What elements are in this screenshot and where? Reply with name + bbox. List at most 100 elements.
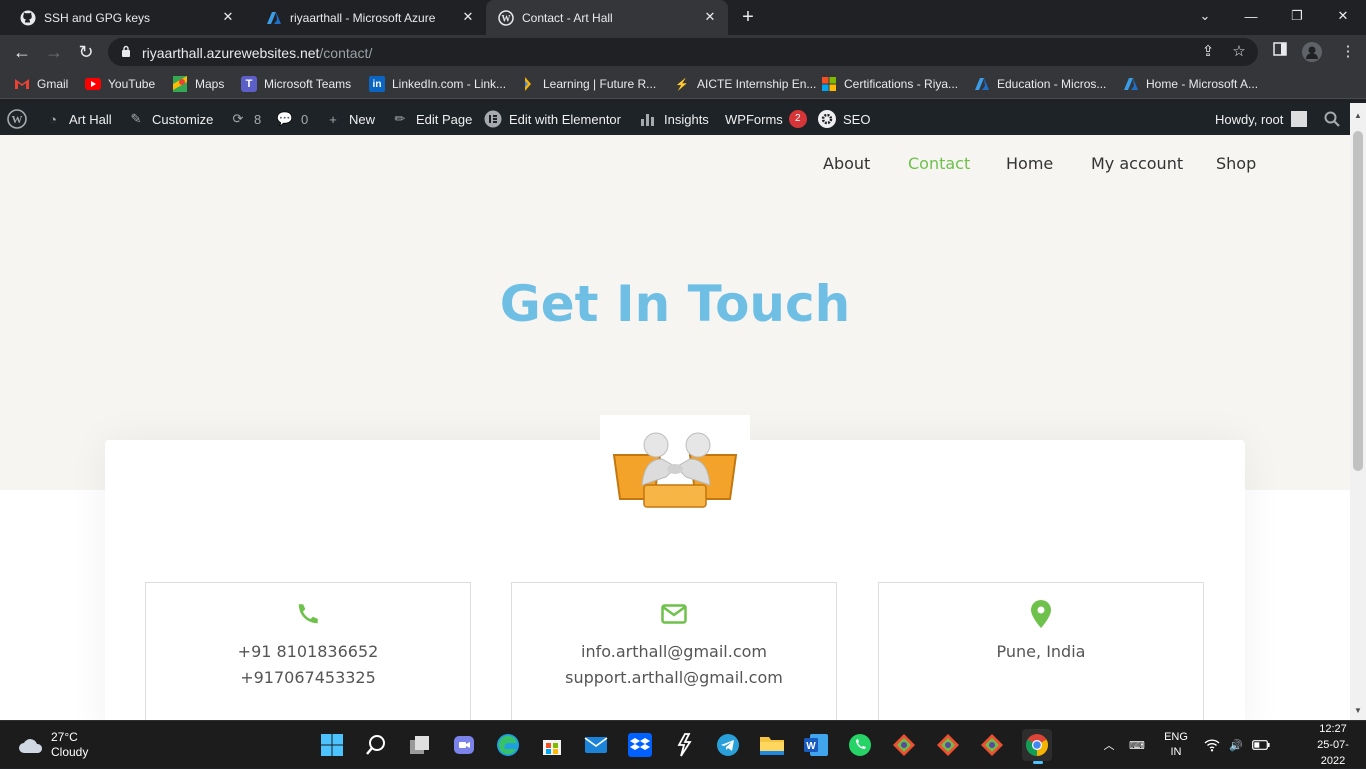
close-tab-icon[interactable]: ✕ <box>702 9 718 25</box>
clock-time: 12:27 <box>1319 723 1347 735</box>
comment-icon: 💬 <box>276 111 294 126</box>
nav-my-account[interactable]: My account <box>1091 154 1183 173</box>
bookmark-maps[interactable]: Maps <box>172 75 224 93</box>
profile-avatar[interactable] <box>1302 42 1322 62</box>
page-title: Get In Touch <box>499 275 851 333</box>
share-icon[interactable]: ⇪ <box>1198 42 1218 62</box>
wp-seo[interactable]: SEO <box>817 103 870 135</box>
back-arrow-icon[interactable]: ← <box>10 40 34 64</box>
chrome-icon[interactable] <box>1022 729 1052 764</box>
bookmark-certifications[interactable]: Certifications - Riya... <box>821 75 958 93</box>
address-bar[interactable]: riyaarthall.azurewebsites.net/contact/ ⇪… <box>108 38 1258 66</box>
wordpress-logo-icon[interactable]: W <box>7 103 33 135</box>
nav-about[interactable]: About <box>823 154 870 173</box>
weather-widget[interactable]: 27°C Cloudy <box>18 730 88 760</box>
email-1[interactable]: info.arthall@gmail.com <box>512 639 836 665</box>
phone-number-1: +91 8101836652 <box>237 642 379 661</box>
wp-comments[interactable]: 💬 0 <box>275 103 308 135</box>
edge-icon[interactable] <box>494 731 522 759</box>
microsoft-icon <box>821 76 837 92</box>
telegram-icon[interactable] <box>714 731 742 759</box>
file-explorer-icon[interactable] <box>758 731 786 759</box>
wp-new[interactable]: + New <box>323 103 375 135</box>
language-indicator[interactable]: ENG IN <box>1158 721 1194 769</box>
windows-taskbar: 27°C Cloudy W ︿ ⌨ ENG IN 🔊 12:27 25-07-202… <box>0 720 1366 768</box>
whatsapp-icon[interactable] <box>846 731 874 759</box>
tab-azure[interactable]: riyaarthall - Microsoft Azure ✕ <box>246 0 486 35</box>
email-2[interactable]: support.arthall@gmail.com <box>512 665 836 691</box>
minimize-button[interactable]: ― <box>1228 0 1274 32</box>
dashboard-icon: ◔ <box>49 111 57 127</box>
git-app-icon-2[interactable] <box>934 731 962 759</box>
bookmark-aicte[interactable]: ⚡ AICTE Internship En... <box>674 75 816 93</box>
wp-site-name[interactable]: ◔ Art Hall <box>43 103 112 135</box>
side-panel-icon[interactable] <box>1270 42 1290 62</box>
browser-toolbar: ← → ↻ riyaarthall.azurewebsites.net/cont… <box>0 35 1366 69</box>
volume-icon[interactable]: 🔊 <box>1226 721 1246 769</box>
chevron-up-icon[interactable]: ︿ <box>1100 721 1118 769</box>
wp-edit-elementor[interactable]: Edit with Elementor <box>483 103 621 135</box>
youtube-icon <box>85 76 101 92</box>
linkedin-icon: in <box>369 76 385 92</box>
app-icon[interactable] <box>670 731 698 759</box>
keyboard-icon[interactable]: ⌨ <box>1126 721 1148 769</box>
new-tab-button[interactable]: + <box>737 6 759 28</box>
active-indicator <box>1033 761 1043 764</box>
page-scrollbar[interactable]: ▲ ▼ <box>1350 103 1366 720</box>
nav-home[interactable]: Home <box>1006 154 1053 173</box>
search-icon[interactable] <box>362 731 390 759</box>
bookmark-home-microsoft[interactable]: Home - Microsoft A... <box>1123 75 1258 93</box>
mail-icon[interactable] <box>582 731 610 759</box>
gmail-icon <box>14 76 30 92</box>
temperature: 27°C <box>51 730 78 744</box>
github-icon <box>20 10 36 26</box>
git-app-icon-1[interactable] <box>890 731 918 759</box>
nav-shop[interactable]: Shop <box>1216 154 1256 173</box>
future-skills-icon <box>520 76 536 92</box>
bookmark-linkedin[interactable]: in LinkedIn.com - Link... <box>369 75 506 93</box>
tab-ssh-gpg[interactable]: SSH and GPG keys ✕ <box>0 0 246 35</box>
nav-contact[interactable]: Contact <box>908 154 970 173</box>
tab-contact-art-hall[interactable]: W Contact - Art Hall ✕ <box>486 0 728 35</box>
scroll-up-arrow-icon[interactable]: ▲ <box>1350 109 1366 123</box>
wp-wpforms[interactable]: WPForms 2 <box>725 103 807 135</box>
wp-insights[interactable]: Insights <box>638 103 709 135</box>
wp-edit-page[interactable]: ✏ Edit Page <box>390 103 473 135</box>
start-button[interactable] <box>318 731 346 759</box>
bookmark-teams[interactable]: T Microsoft Teams <box>241 75 351 93</box>
system-clock[interactable]: 12:27 25-07-2022 <box>1306 721 1360 769</box>
bookmark-education[interactable]: Education - Micros... <box>974 75 1106 93</box>
bookmark-star-icon[interactable]: ☆ <box>1229 42 1249 62</box>
bar-chart-icon <box>638 109 658 129</box>
microsoft-store-icon[interactable] <box>538 731 566 759</box>
wp-howdy[interactable]: Howdy, root <box>1215 103 1308 135</box>
word-icon[interactable]: W <box>802 731 830 759</box>
wp-updates[interactable]: ⟳ 8 <box>228 103 262 135</box>
close-tab-icon[interactable]: ✕ <box>220 9 236 25</box>
bookmark-future-skills[interactable]: Learning | Future R... <box>520 75 656 93</box>
restore-button[interactable]: ❐ <box>1274 0 1320 32</box>
battery-icon[interactable] <box>1250 721 1272 769</box>
task-view-icon[interactable] <box>406 731 434 759</box>
avatar <box>1291 111 1308 127</box>
wp-search-icon[interactable] <box>1324 103 1340 135</box>
tab-search-icon[interactable]: ⌄ <box>1182 0 1228 32</box>
teams-chat-icon[interactable] <box>450 731 478 759</box>
contact-box-email: info.arthall@gmail.com support.arthall@g… <box>511 582 837 720</box>
close-window-button[interactable]: ✕ <box>1320 0 1366 32</box>
reload-icon[interactable]: ↻ <box>74 40 98 64</box>
bookmark-youtube[interactable]: YouTube <box>85 75 155 93</box>
wordpress-icon: W <box>498 9 514 26</box>
forward-arrow-icon[interactable]: → <box>42 40 66 64</box>
azure-icon <box>266 10 282 26</box>
menu-icon[interactable]: ⋮ <box>1338 42 1358 62</box>
wifi-icon[interactable] <box>1202 721 1222 769</box>
scrollbar-thumb[interactable] <box>1353 131 1363 471</box>
bookmark-gmail[interactable]: Gmail <box>14 75 68 93</box>
close-tab-icon[interactable]: ✕ <box>460 9 476 25</box>
wp-customize[interactable]: ✎ Customize <box>126 103 214 135</box>
dropbox-icon[interactable] <box>626 731 654 759</box>
page-content: About Contact Home My account Shop Get I… <box>0 135 1350 720</box>
scroll-down-arrow-icon[interactable]: ▼ <box>1350 704 1366 718</box>
git-app-icon-3[interactable] <box>978 731 1006 759</box>
